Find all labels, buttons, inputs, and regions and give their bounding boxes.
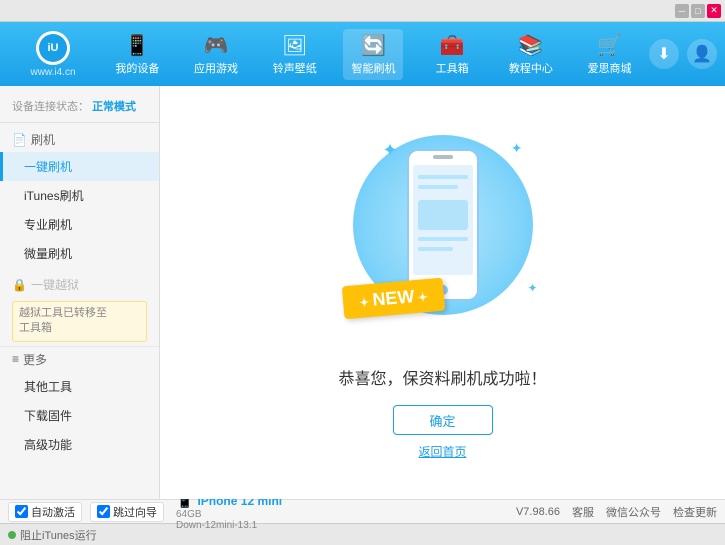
- sidebar-jailbreak-header: 🔒 一键越狱: [0, 272, 159, 297]
- user-button[interactable]: 👤: [687, 39, 717, 69]
- sidebar-item-other-tools[interactable]: 其他工具: [0, 372, 159, 401]
- skip-wizard-checkbox[interactable]: 跳过向导: [90, 502, 164, 522]
- wallpaper-icon: 🖼: [282, 33, 307, 58]
- logo-inner: iU: [39, 34, 67, 62]
- nav-my-device-label: 我的设备: [115, 60, 159, 76]
- sidebar-item-advanced[interactable]: 高级功能: [0, 430, 159, 459]
- status-label: 设备连接状态：: [12, 101, 89, 113]
- nav-wallpaper[interactable]: 🖼 铃声壁纸: [265, 29, 325, 80]
- close-button[interactable]: ✕: [707, 4, 721, 18]
- nav-tutorial-label: 教程中心: [509, 60, 553, 76]
- logo-circle: iU: [36, 31, 70, 65]
- bottom-bar: 自动激活 跳过向导 📱 iPhone 12 mini 64GB Down-12m…: [0, 499, 725, 523]
- nav-toolbox-label: 工具箱: [436, 60, 469, 76]
- apps-icon: 🎮: [204, 33, 229, 58]
- phone-illustration: ✦ ✦ ✦: [333, 125, 553, 345]
- sidebar-item-itunes-flash[interactable]: iTunes刷机: [0, 181, 159, 210]
- status-dot: [8, 531, 16, 539]
- auto-activate-label: 自动激活: [31, 504, 75, 520]
- return-link[interactable]: 返回首页: [418, 443, 466, 460]
- nav-wallpaper-label: 铃声壁纸: [273, 60, 317, 76]
- nav-items: 📱 我的设备 🎮 应用游戏 🖼 铃声壁纸 🔄 智能刷机 🧰 工具箱 📚 教程中心…: [98, 29, 649, 80]
- tutorial-icon: 📚: [518, 33, 543, 58]
- sparkle-tr: ✦: [511, 140, 523, 157]
- sidebar-item-download-fw[interactable]: 下载固件: [0, 401, 159, 430]
- nav-apps-games[interactable]: 🎮 应用游戏: [186, 29, 246, 80]
- auto-activate-checkbox[interactable]: 自动激活: [8, 502, 82, 522]
- sidebar-item-onekey-flash[interactable]: 一键刷机: [0, 152, 159, 181]
- more-label: 更多: [23, 351, 47, 368]
- flash-section-icon: 📄: [12, 133, 27, 147]
- nav-flash-label: 智能刷机: [351, 60, 395, 76]
- nav-shop-label: 爱思商城: [588, 60, 632, 76]
- sparkle-tl: ✦: [383, 140, 398, 161]
- bottom-right: V7.98.66 客服 微信公众号 检查更新: [516, 504, 717, 520]
- sidebar-item-micro-flash[interactable]: 微量刷机: [0, 239, 159, 268]
- logo-area: iU www.i4.cn: [8, 31, 98, 78]
- logo-text: www.i4.cn: [30, 67, 75, 78]
- header: iU www.i4.cn 📱 我的设备 🎮 应用游戏 🖼 铃声壁纸 🔄 智能刷机…: [0, 22, 725, 86]
- device-storage: 64GB: [176, 509, 282, 520]
- sparkle-br: ✦: [527, 281, 537, 295]
- title-bar: ─ □ ✕: [0, 0, 725, 22]
- download-button[interactable]: ⬇: [649, 39, 679, 69]
- nav-apps-label: 应用游戏: [194, 60, 238, 76]
- flash-section-label: 刷机: [31, 131, 55, 148]
- sidebar: 设备连接状态： 正常模式 📄 刷机 一键刷机 iTunes刷机 专业刷机 微量刷…: [0, 86, 160, 499]
- skip-wizard-input[interactable]: [97, 505, 110, 518]
- itunes-status-label: 阻止iTunes运行: [20, 527, 97, 543]
- header-right: ⬇ 👤: [649, 39, 717, 69]
- sidebar-flash-section: 📄 刷机 一键刷机 iTunes刷机 专业刷机 微量刷机: [0, 127, 159, 268]
- sidebar-notice: 越狱工具已转移至工具箱: [12, 301, 147, 342]
- status-value: 正常模式: [92, 101, 136, 113]
- sidebar-more-section: ≡ 更多: [0, 346, 159, 372]
- minimize-button[interactable]: ─: [675, 4, 689, 18]
- main-content: 设备连接状态： 正常模式 📄 刷机 一键刷机 iTunes刷机 专业刷机 微量刷…: [0, 86, 725, 499]
- sidebar-item-pro-flash[interactable]: 专业刷机: [0, 210, 159, 239]
- nav-tutorial[interactable]: 📚 教程中心: [501, 29, 561, 80]
- auto-activate-input[interactable]: [15, 505, 28, 518]
- shop-icon: 🛒: [597, 33, 622, 58]
- confirm-button[interactable]: 确定: [393, 405, 493, 435]
- sidebar-flash-header: 📄 刷机: [0, 127, 159, 152]
- device-icon: 📱: [125, 33, 150, 58]
- nav-toolbox[interactable]: 🧰 工具箱: [422, 29, 482, 80]
- success-text: 恭喜您，保资料刷机成功啦！: [338, 365, 546, 389]
- skip-wizard-label: 跳过向导: [113, 504, 157, 520]
- itunes-status: 阻止iTunes运行: [8, 527, 97, 543]
- sidebar-jailbreak-section: 🔒 一键越狱 越狱工具已转移至工具箱: [0, 272, 159, 342]
- status-bar: 设备连接状态： 正常模式: [0, 94, 159, 123]
- version-label: V7.98.66: [516, 506, 560, 518]
- nav-my-device[interactable]: 📱 我的设备: [107, 29, 167, 80]
- wechat-link[interactable]: 微信公众号: [606, 504, 661, 520]
- nav-shop[interactable]: 🛒 爱思商城: [580, 29, 640, 80]
- jailbreak-label: 一键越狱: [31, 276, 79, 293]
- toolbox-icon: 🧰: [440, 33, 465, 58]
- customer-service-link[interactable]: 客服: [572, 504, 594, 520]
- device-model: Down-12mini-13.1: [176, 520, 282, 531]
- maximize-button[interactable]: □: [691, 4, 705, 18]
- flash-icon: 🔄: [361, 33, 386, 58]
- center-area: ✦ ✦ ✦: [160, 86, 725, 499]
- check-update-link[interactable]: 检查更新: [673, 504, 717, 520]
- nav-smart-flash[interactable]: 🔄 智能刷机: [343, 29, 403, 80]
